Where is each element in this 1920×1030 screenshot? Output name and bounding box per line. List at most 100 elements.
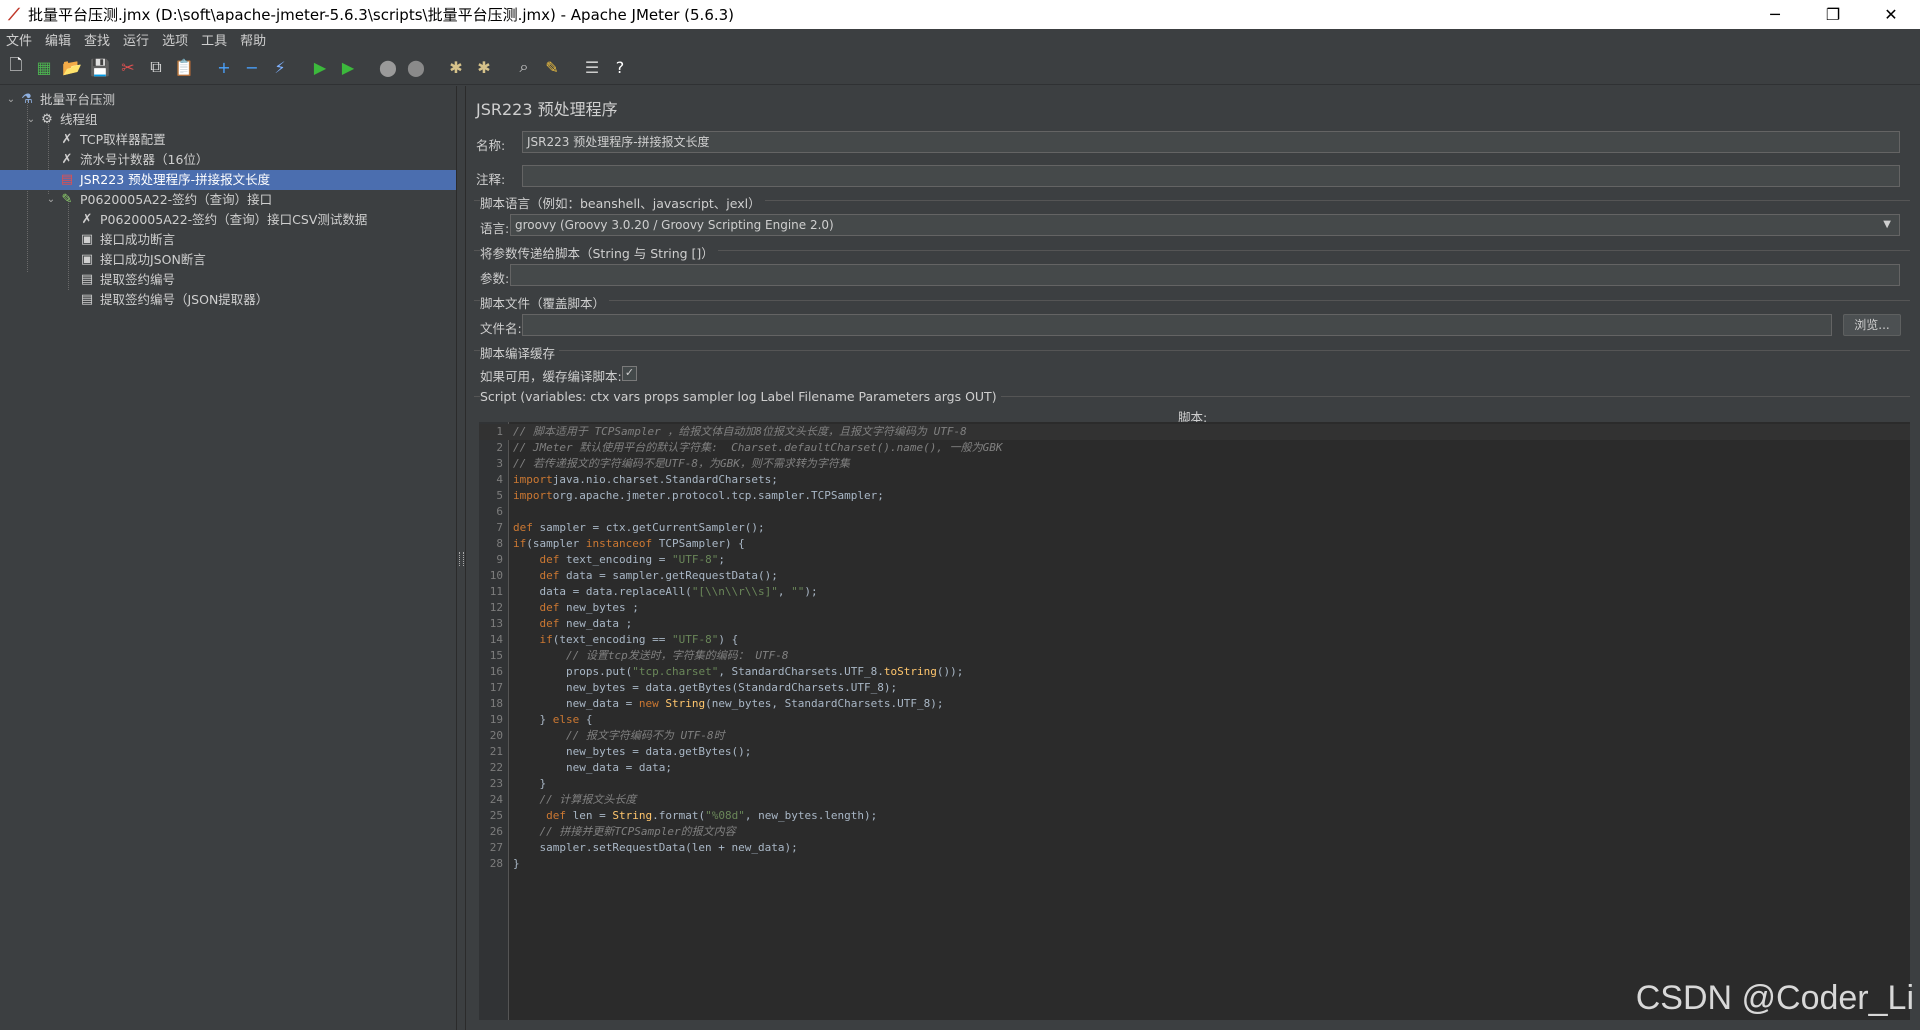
toolbar: 🗋 ▦ 📂 💾 ✂ ⧉ 📋 + − ⚡ ▶ ▶ ⬤ ⬤ ✱ ✱ ⌕ ✎ ☰?: [0, 50, 1920, 85]
line-number: 20: [489, 729, 503, 742]
cache-checkbox[interactable]: ✓: [622, 366, 637, 381]
expand-all-icon[interactable]: +: [212, 55, 236, 79]
tree-node-label: 流水号计数器（16位）: [80, 152, 209, 167]
code-token: new_data =: [513, 697, 639, 710]
menu-options[interactable]: 选项: [156, 30, 195, 49]
cut-icon[interactable]: ✂: [116, 55, 140, 79]
tree-node[interactable]: ⌄ ✎ P0620005A22-签约（查询）接口: [44, 190, 272, 210]
code-token: "[\\n\\r\\s]": [691, 585, 778, 598]
browse-button[interactable]: 浏览...: [1843, 314, 1901, 336]
counter-icon: ✗: [61, 152, 73, 167]
language-select[interactable]: groovy (Groovy 3.0.20 / Groovy Scripting…: [510, 214, 1900, 236]
menu-file[interactable]: 文件: [0, 30, 39, 49]
search-icon[interactable]: ⌕: [512, 55, 536, 79]
code-token: , StandardCharsets.UTF_8.: [718, 665, 884, 678]
code-token: // 计算报文头长度: [539, 793, 637, 806]
name-field[interactable]: JSR223 预处理程序-拼接报文长度: [522, 131, 1900, 153]
help-icon[interactable]: ?: [608, 55, 632, 79]
menu-edit[interactable]: 编辑: [39, 30, 78, 49]
tree-node-label: 接口成功JSON断言: [100, 252, 206, 267]
function-helper-icon[interactable]: ☰: [580, 55, 604, 79]
assertion-icon: ▣: [80, 232, 94, 247]
toggle-icon[interactable]: ⚡: [268, 55, 292, 79]
comment-field[interactable]: [522, 165, 1900, 187]
restore-button[interactable]: ❐: [1804, 0, 1862, 29]
code-token: "%08d": [705, 809, 745, 822]
close-button[interactable]: ✕: [1862, 0, 1920, 29]
clear-icon[interactable]: ✱: [444, 55, 468, 79]
menu-help[interactable]: 帮助: [234, 30, 273, 49]
code-token: // 脚本适用于 TCPSampler ，给报文体自动加8位报文头长度，且报文字…: [513, 425, 967, 438]
splitter-grip[interactable]: [459, 552, 464, 566]
code-token: new_bytes ;: [559, 601, 639, 614]
tree-node[interactable]: ▤ JSR223 预处理程序-拼接报文长度: [0, 170, 456, 190]
parameters-label: 参数:: [480, 271, 510, 286]
line-number: 27: [489, 841, 503, 854]
menu-bar: 文件 编辑 查找 运行 选项 工具 帮助: [0, 29, 1920, 50]
shutdown-icon[interactable]: ⬤: [404, 55, 428, 79]
code-token: len =: [566, 809, 613, 822]
clear-all-icon[interactable]: ✱: [472, 55, 496, 79]
expand-toggle-icon[interactable]: ⌄: [44, 190, 58, 210]
open-icon[interactable]: 📂: [60, 55, 84, 79]
menu-tools[interactable]: 工具: [195, 30, 234, 49]
tree-node[interactable]: ✗ TCP取样器配置: [44, 130, 166, 150]
tree-node-label: 批量平台压测: [40, 92, 116, 107]
code-token: (text_encoding ==: [552, 633, 672, 646]
save-icon[interactable]: 💾: [88, 55, 112, 79]
jmeter-feather-icon: ⟋: [8, 4, 20, 24]
code-token: "tcp.charset": [632, 665, 719, 678]
parameters-field[interactable]: [510, 264, 1900, 286]
code-token: "": [791, 585, 805, 598]
stop-icon[interactable]: ⬤: [376, 55, 400, 79]
line-number: 1: [496, 425, 503, 438]
title-bar: ⟋ 批量平台压测.jmx (D:\soft\apache-jmeter-5.6.…: [0, 0, 1920, 29]
expand-toggle-icon[interactable]: ⌄: [24, 110, 38, 130]
code-line: 8 if(sampler instanceof TCPSampler) {: [479, 536, 1910, 552]
thread-group-icon: ⚙: [41, 112, 53, 127]
code-line: 10 def data = sampler.getRequestData();: [479, 568, 1910, 584]
reset-search-icon[interactable]: ✎: [540, 55, 564, 79]
tree-node[interactable]: ✗ 流水号计数器（16位）: [44, 150, 209, 170]
code-token: String: [665, 697, 706, 710]
code-line: 27 sampler.setRequestData(len + new_data…: [479, 840, 1910, 856]
menu-search[interactable]: 查找: [78, 30, 117, 49]
copy-icon[interactable]: ⧉: [144, 55, 168, 79]
tree-node[interactable]: ⌄ ⚗ 批量平台压测: [4, 90, 115, 110]
tree-node[interactable]: ▤ 提取签约编号（JSON提取器）: [64, 290, 268, 310]
new-icon[interactable]: 🗋: [4, 55, 28, 79]
tree-node[interactable]: ▤ 提取签约编号: [64, 270, 175, 290]
minimize-button[interactable]: ─: [1746, 0, 1804, 29]
templates-icon[interactable]: ▦: [32, 55, 56, 79]
code-token: (new_bytes, StandardCharsets.UTF_8);: [705, 697, 944, 710]
code-token: text_encoding =: [559, 553, 672, 566]
line-number: 22: [489, 761, 503, 774]
expand-toggle-icon[interactable]: ⌄: [4, 90, 18, 110]
code-token: toString: [883, 665, 937, 678]
tree-node[interactable]: ⌄ ⚙ 线程组: [24, 110, 98, 130]
start-icon[interactable]: ▶: [308, 55, 332, 79]
script-editor[interactable]: 1 // 脚本适用于 TCPSampler ，给报文体自动加8位报文头长度，且报文…: [479, 422, 1910, 1020]
panel-splitter[interactable]: [457, 86, 466, 1030]
paste-icon[interactable]: 📋: [172, 55, 196, 79]
menu-run[interactable]: 运行: [117, 30, 156, 49]
tree-node[interactable]: ▣ 接口成功断言: [64, 230, 175, 250]
tree-node[interactable]: ✗ P0620005A22-签约（查询）接口CSV测试数据: [64, 210, 368, 230]
code-line: 1 // 脚本适用于 TCPSampler ，给报文体自动加8位报文头长度，且报文…: [479, 424, 1910, 440]
name-label: 名称:: [476, 138, 506, 153]
start-no-pauses-icon[interactable]: ▶: [336, 55, 360, 79]
line-number: 4: [496, 473, 503, 486]
code-token: );: [804, 585, 818, 598]
filename-field[interactable]: [522, 314, 1832, 336]
line-number: 8: [496, 537, 503, 550]
code-line: 19 } else {: [479, 712, 1910, 728]
collapse-all-icon[interactable]: −: [240, 55, 264, 79]
tree-node[interactable]: ▣ 接口成功JSON断言: [64, 250, 206, 270]
code-token: if: [539, 633, 553, 646]
code-line: 22 new_data = data;: [479, 760, 1910, 776]
code-token: sampler = ctx.getCurrentSampler();: [532, 521, 765, 534]
